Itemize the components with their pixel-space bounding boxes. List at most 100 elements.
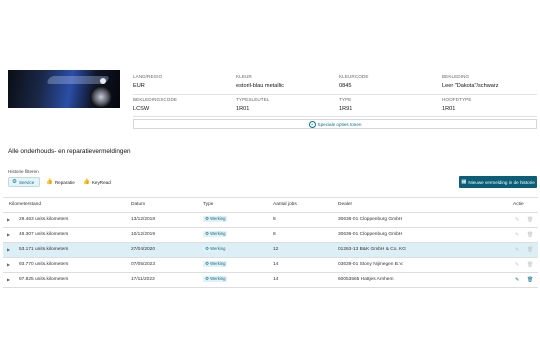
type-label: Werking xyxy=(210,260,226,266)
spec-label: KLEUR xyxy=(236,74,252,79)
header-dealer[interactable]: Dealer xyxy=(338,198,352,212)
spec-divider xyxy=(133,94,537,95)
table-row[interactable]: ▶ 53.171 units.kilometers 27/04/2020 ⚙ We… xyxy=(3,243,538,258)
spec-value: estoril-blau metallic xyxy=(236,83,284,89)
new-history-entry-button[interactable]: ▦ Nieuwe vermelding in de historie xyxy=(459,176,537,188)
filter-label: Historie filteren xyxy=(8,169,39,174)
type-badge: ⚙ Werking xyxy=(203,260,228,267)
spec-value: EUR xyxy=(133,83,145,89)
vehicle-wheel xyxy=(90,86,112,108)
spec-value: 1R01 xyxy=(236,106,250,112)
cell-km: 97.825 units.kilometers xyxy=(19,277,69,282)
calendar-icon: ▦ xyxy=(461,179,467,185)
type-label: Werking xyxy=(210,275,226,281)
cell-dealer: 60053565 Hattjes Arnhem xyxy=(338,277,394,282)
filter-chip-reparatie[interactable]: 👍 Reparatie xyxy=(43,177,75,187)
cell-km: 93.770 units.kilometers xyxy=(19,262,69,267)
spec-label: TYPE xyxy=(339,97,352,102)
filter-chip-service[interactable]: ⚙ Service xyxy=(8,177,40,187)
header-type[interactable]: Type xyxy=(203,198,213,212)
table-header: Kilometerstand Datum Type Aantal jobs De… xyxy=(3,197,538,213)
spec-divider xyxy=(133,116,537,117)
spec-land-regio: LAND/REGIO EUR xyxy=(133,74,162,89)
vehicle-badge xyxy=(100,78,106,84)
expand-caret-icon[interactable]: ▶ xyxy=(7,258,10,272)
edit-pencil-icon[interactable]: ✎ xyxy=(515,258,519,272)
vehicle-image xyxy=(8,70,120,108)
delete-trash-icon[interactable]: 🗑 xyxy=(527,273,533,287)
header-kilometerstand[interactable]: Kilometerstand xyxy=(9,198,41,212)
header-aantal-jobs[interactable]: Aantal jobs xyxy=(273,198,297,212)
thumbs-up-icon: 👍 xyxy=(83,179,90,185)
cell-date: 10/12/2019 xyxy=(131,232,156,237)
spec-hoofdtype: HOOFDTYPE 1R01 xyxy=(442,97,472,112)
plus-circle-icon: + xyxy=(308,120,316,128)
header-datum[interactable]: Datum xyxy=(131,198,145,212)
thumbs-up-icon: 👍 xyxy=(46,179,53,185)
cell-jobs: 14 xyxy=(273,262,279,267)
spec-bekleding: BEKLEDING Leer "Dakota"/schwarz xyxy=(442,74,499,89)
edit-pencil-icon[interactable]: ✎ xyxy=(515,228,519,242)
cell-type: ⚙ Werking xyxy=(203,273,228,287)
spec-label: HOOFDTYPE xyxy=(442,97,472,102)
show-special-options-button[interactable]: + Speciale opties tonen xyxy=(133,119,537,129)
edit-pencil-icon[interactable]: ✎ xyxy=(515,213,519,227)
section-title: Alle onderhouds- en reparatievermeldinge… xyxy=(8,148,131,155)
spec-value: 1R91 xyxy=(339,106,353,112)
gear-icon: ⚙ xyxy=(205,260,210,266)
expand-caret-icon[interactable]: ▶ xyxy=(7,243,10,257)
table-row[interactable]: ▶ 48.307 units.kilometers 10/12/2019 ⚙ We… xyxy=(3,228,538,243)
cell-jobs: 12 xyxy=(273,247,279,252)
type-badge: ⚙ Werking xyxy=(203,215,228,222)
cell-date: 07/05/2023 xyxy=(131,262,156,267)
cell-dealer: 03639-01 Stony Nijmegen B.V. xyxy=(338,262,404,267)
cell-jobs: 8 xyxy=(273,217,276,222)
filter-chip-label: KeyRead xyxy=(91,179,111,185)
type-label: Werking xyxy=(210,230,226,236)
spec-label: KLEURCODE xyxy=(339,74,369,79)
cell-type: ⚙ Werking xyxy=(203,243,228,257)
table-row[interactable]: ▶ 97.825 units.kilometers 17/11/2023 ⚙ We… xyxy=(3,273,538,288)
spec-value: 0845 xyxy=(339,83,352,89)
delete-trash-icon[interactable]: 🗑 xyxy=(527,243,533,257)
new-history-entry-label: Nieuwe vermelding in de historie xyxy=(468,179,535,185)
cell-dealer: 30636-01 Cloppenburg GmbH xyxy=(338,232,403,237)
expand-caret-icon[interactable]: ▶ xyxy=(7,228,10,242)
history-table: Kilometerstand Datum Type Aantal jobs De… xyxy=(3,197,538,288)
spec-bekledingscode: BEKLEDINGSCODE LCSW xyxy=(133,97,177,112)
type-badge: ⚙ Werking xyxy=(203,245,228,252)
delete-trash-icon[interactable]: 🗑 xyxy=(527,228,533,242)
cell-date: 27/04/2020 xyxy=(131,247,156,252)
cell-jobs: 8 xyxy=(273,232,276,237)
expand-caret-icon[interactable]: ▶ xyxy=(7,213,10,227)
type-badge: ⚙ Werking xyxy=(203,275,228,282)
table-row[interactable]: ▶ 29.463 units.kilometers 13/12/2018 ⚙ We… xyxy=(3,213,538,228)
spec-value: 1R01 xyxy=(442,106,456,112)
cell-dealer: 01263-13 B&K GmbH & Co. KG xyxy=(338,247,406,252)
delete-trash-icon[interactable]: 🗑 xyxy=(527,258,533,272)
spec-value: LCSW xyxy=(133,106,150,112)
cell-dealer: 30636-01 Cloppenburg GmbH xyxy=(338,217,403,222)
cell-km: 48.307 units.kilometers xyxy=(19,232,69,237)
show-special-options-label: Speciale opties tonen xyxy=(317,121,362,127)
delete-trash-icon[interactable]: 🗑 xyxy=(527,213,533,227)
cell-km: 53.171 units.kilometers xyxy=(19,247,69,252)
spec-typesleutel: TYPESLEUTEL 1R01 xyxy=(236,97,270,112)
table-row[interactable]: ▶ 93.770 units.kilometers 07/05/2023 ⚙ We… xyxy=(3,258,538,273)
header-actie: Actie xyxy=(513,202,524,207)
spec-type: TYPE 1R91 xyxy=(339,97,352,112)
edit-pencil-icon[interactable]: ✎ xyxy=(515,243,519,257)
spec-label: BEKLEDING xyxy=(442,74,470,79)
type-badge: ⚙ Werking xyxy=(203,230,228,237)
spec-value: Leer "Dakota"/schwarz xyxy=(442,83,499,89)
edit-pencil-icon[interactable]: ✎ xyxy=(515,273,519,287)
spec-label: LAND/REGIO xyxy=(133,74,163,79)
filter-chip-label: Reparatie xyxy=(54,179,75,185)
type-label: Werking xyxy=(210,245,226,251)
service-icon: ⚙ xyxy=(12,179,17,185)
spec-kleur: KLEUR estoril-blau metallic xyxy=(236,74,284,89)
spec-kleurcode: KLEURCODE 0845 xyxy=(339,74,369,89)
cell-type: ⚙ Werking xyxy=(203,213,228,227)
expand-caret-icon[interactable]: ▶ xyxy=(7,273,10,287)
filter-chip-keyread[interactable]: 👍 KeyRead xyxy=(80,177,112,187)
